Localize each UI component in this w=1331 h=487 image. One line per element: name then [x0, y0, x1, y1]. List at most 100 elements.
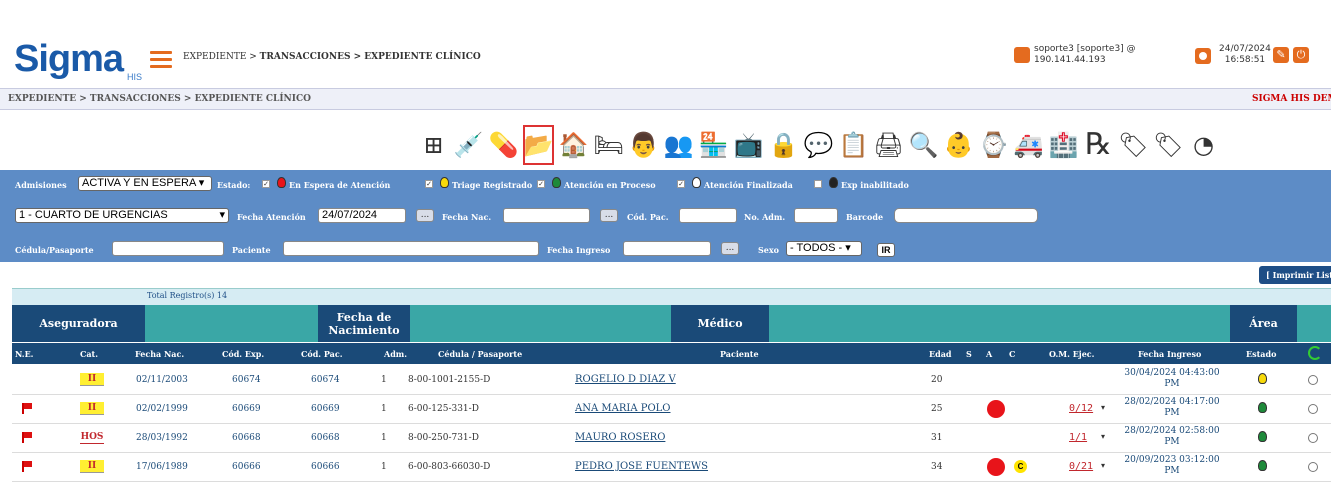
om-exec-link[interactable]: 0/12	[1069, 403, 1093, 414]
red-flag-icon	[22, 461, 32, 472]
status-checkbox-2[interactable]: ✓	[537, 180, 545, 188]
no-adm-input[interactable]	[794, 208, 838, 223]
col-header-4[interactable]: Cód. Pac.	[301, 349, 343, 359]
status-checkbox-1[interactable]: ✓	[425, 180, 433, 188]
menu-icon[interactable]	[150, 51, 172, 69]
status-bulb-icon-4	[829, 177, 838, 188]
om-dropdown-icon[interactable]: ▾	[1101, 461, 1105, 470]
category-badge: II	[80, 402, 104, 415]
fecha-nac-input[interactable]	[503, 208, 590, 223]
row-select-radio[interactable]	[1308, 375, 1318, 385]
logo-sub: HIS	[127, 72, 143, 82]
ir-button[interactable]: IR	[877, 243, 895, 257]
age-cell: 25	[931, 404, 943, 414]
fecha-nac-picker[interactable]: ...	[600, 209, 618, 222]
cod-pac-input[interactable]	[679, 208, 737, 223]
status-bulb-icon	[1258, 460, 1267, 471]
home-cart-icon[interactable]: 🏪	[698, 125, 729, 165]
paciente-input[interactable]	[283, 241, 539, 256]
allergy-alert-icon	[987, 458, 1005, 476]
datetime: 24/07/2024 16:58:51	[1219, 44, 1271, 66]
patient-name-link[interactable]: ANA MARIA POLO	[575, 403, 670, 414]
org-chart-icon[interactable]: ⊞	[418, 125, 449, 165]
monitor-icon[interactable]: 📺	[733, 125, 764, 165]
printer-icon[interactable]: 🖨	[873, 125, 904, 165]
breadcrumb-root[interactable]: EXPEDIENTE >	[183, 52, 260, 62]
adm-cell: 1	[381, 375, 387, 385]
vaccine-icon[interactable]: 💉	[453, 125, 484, 165]
home-alert-icon[interactable]: 🏥	[1048, 125, 1079, 165]
baby-icon[interactable]: 👶	[943, 125, 974, 165]
col-header-12[interactable]: O.M. Ejec.	[1049, 349, 1094, 359]
col-header-11[interactable]: C	[1009, 349, 1015, 359]
row-select-radio[interactable]	[1308, 433, 1318, 443]
team-icon[interactable]: 👥	[663, 125, 694, 165]
new-folder-icon[interactable]: 📂	[523, 125, 554, 165]
fecha-ingreso-label: Fecha Ingreso	[547, 245, 611, 255]
status-checkbox-0[interactable]: ✓	[262, 180, 270, 188]
col-header-9[interactable]: S	[966, 349, 972, 359]
admisiones-select[interactable]: ACTIVA Y EN ESPERA ▾	[78, 176, 212, 191]
print-list-button[interactable]: [ Imprimir Lista	[1259, 266, 1331, 284]
col-header-5[interactable]: Adm.	[384, 349, 407, 359]
fecha-ingreso-picker[interactable]: ...	[721, 242, 739, 255]
user-ip: 190.141.44.193	[1034, 55, 1106, 65]
area-select[interactable]: 1 - CUARTO DE URGENCIAS ▾	[15, 208, 229, 223]
col-header-7[interactable]: Paciente	[720, 349, 759, 359]
power-icon[interactable]: ⏻	[1293, 47, 1309, 63]
col-header-6[interactable]: Cédula / Pasaporte	[438, 349, 522, 359]
sexo-select[interactable]: - TODOS - ▾	[786, 241, 862, 256]
patient-name-link[interactable]: PEDRO JOSE FUENTEWS	[575, 461, 708, 472]
doctor-icon[interactable]: 👨	[628, 125, 659, 165]
fecha-ingreso-input[interactable]	[623, 241, 711, 256]
col-header-3[interactable]: Cód. Exp.	[222, 349, 264, 359]
col-header-0[interactable]: N.E.	[15, 349, 33, 359]
gauge-icon[interactable]: ◔	[1188, 125, 1219, 165]
tools-icon[interactable]: ✎	[1273, 47, 1289, 63]
fecha-atencion-picker[interactable]: ...	[416, 209, 434, 222]
age-cell: 20	[931, 375, 943, 385]
status-checkbox-4[interactable]	[814, 180, 822, 188]
scan-icon[interactable]: 🔍	[908, 125, 939, 165]
col-header-2[interactable]: Fecha Nac.	[135, 349, 184, 359]
om-dropdown-icon[interactable]: ▾	[1101, 432, 1105, 441]
om-exec-link[interactable]: 0/21	[1069, 461, 1093, 472]
status-label-3: Atención Finalizada	[704, 180, 793, 190]
ambulance-icon[interactable]: 🚑	[1013, 125, 1044, 165]
home-basket-icon[interactable]: 🏠	[558, 125, 589, 165]
admission-ampm: PM	[1164, 466, 1180, 476]
status-label-1: Triage Registrado	[452, 180, 533, 190]
col-header-8[interactable]: Edad	[929, 349, 951, 359]
lock-icon[interactable]: 🔒	[768, 125, 799, 165]
category-badge: II	[80, 460, 104, 473]
pill-icon[interactable]: 💊	[488, 125, 519, 165]
cedula-input[interactable]	[112, 241, 224, 256]
wristband-icon[interactable]: ⌚	[978, 125, 1009, 165]
bed-transfer-icon[interactable]: 🛏	[593, 125, 624, 165]
chat-icon[interactable]: 💬	[803, 125, 834, 165]
status-checkbox-3[interactable]: ✓	[677, 180, 685, 188]
barcode-input[interactable]	[894, 208, 1038, 223]
col-header-10[interactable]: A	[986, 349, 992, 359]
row-select-radio[interactable]	[1308, 462, 1318, 472]
col-header-13[interactable]: Fecha Ingreso	[1138, 349, 1201, 359]
red-flag-icon	[22, 432, 32, 443]
user-info: soporte3 [soporte3] @190.141.44.193	[1034, 44, 1136, 66]
patient-name-link[interactable]: ROGELIO D DIAZ V	[575, 374, 676, 385]
col-header-1[interactable]: Cat.	[80, 349, 98, 359]
checklist-icon[interactable]: 📋	[838, 125, 869, 165]
fecha-atencion-input[interactable]: 24/07/2024	[318, 208, 406, 223]
group-area: Área	[1230, 305, 1297, 342]
col-header-14[interactable]: Estado	[1246, 349, 1276, 359]
tag-icon[interactable]: 🏷	[1118, 125, 1149, 165]
om-dropdown-icon[interactable]: ▾	[1101, 403, 1105, 412]
tag2-icon[interactable]: 🏷	[1153, 125, 1184, 165]
group-medico: Médico	[671, 305, 769, 342]
adm-cell: 1	[381, 462, 387, 472]
paciente-label: Paciente	[232, 245, 271, 255]
patient-name-link[interactable]: MAURO ROSERO	[575, 432, 665, 443]
refresh-icon[interactable]	[1308, 346, 1322, 360]
om-exec-link[interactable]: 1/1	[1069, 432, 1087, 443]
row-select-radio[interactable]	[1308, 404, 1318, 414]
prescription-icon[interactable]: ℞	[1083, 125, 1114, 165]
